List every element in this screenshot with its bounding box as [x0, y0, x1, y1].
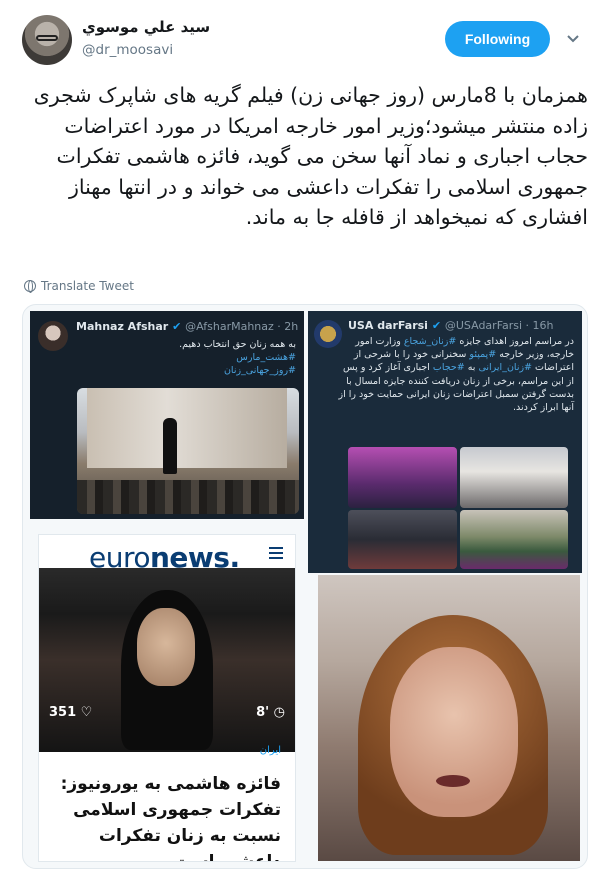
- translate-label: Translate Tweet: [41, 279, 134, 293]
- usa-hashtag-b[interactable]: #پمپئو: [469, 349, 496, 360]
- usa-photo-1: [348, 447, 457, 508]
- translate-tweet-link[interactable]: Translate Tweet: [24, 279, 134, 293]
- afshar-photo: [77, 388, 299, 514]
- usa-photo-4: [460, 510, 568, 569]
- article-headline[interactable]: فائزه هاشمی به یورونیوز: تفکرات جمهوری ا…: [56, 771, 281, 861]
- afshar-tweet-screenshot[interactable]: Mahnaz Afshar ✔ @AfsharMahnaz · 2h به هم…: [30, 311, 304, 519]
- video-time-value: 8': [256, 705, 270, 720]
- euronews-photo: [39, 568, 295, 752]
- afshar-handle-time: @AfsharMahnaz · 2h: [185, 320, 299, 333]
- usa-text-d: به: [464, 362, 479, 374]
- clock-icon: ◷: [273, 705, 285, 720]
- afshar-header: Mahnaz Afshar ✔ @AfsharMahnaz · 2h: [76, 320, 298, 333]
- following-button[interactable]: Following: [445, 21, 550, 57]
- euronews-screenshot[interactable]: euronews. 351 ♡ 8' ◷ ایران فائزه هاشمی ب…: [38, 534, 296, 862]
- afshar-tweet-text: به همه زنان حق انتخاب دهیم. #هشت_مارس #ر…: [76, 338, 296, 377]
- heart-icon: ♡: [80, 705, 93, 720]
- hamburger-menu-icon[interactable]: [269, 547, 283, 559]
- tweet-text: همزمان با 8مارس (روز جهانی زن) فیلم گریه…: [33, 83, 588, 229]
- photo-person: [163, 418, 177, 474]
- usa-handle-time: @USAdarFarsi · 16h: [444, 319, 554, 332]
- chevron-down-icon[interactable]: [566, 32, 580, 46]
- author-avatar[interactable]: [22, 15, 72, 65]
- like-count: 351 ♡: [49, 705, 92, 720]
- afshar-name: Mahnaz Afshar: [76, 320, 169, 333]
- usa-tweet-text: در مراسم امروز اهدای جایزه #زنان_شجاع وز…: [334, 335, 574, 414]
- afshar-line1: به همه زنان حق انتخاب دهیم.: [179, 339, 296, 350]
- usa-hashtag-a[interactable]: #زنان_شجاع: [404, 336, 456, 347]
- woman-video-still[interactable]: [318, 575, 580, 861]
- video-time: 8' ◷: [256, 705, 285, 720]
- afshar-hashtag-1[interactable]: #هشت_مارس: [76, 351, 296, 364]
- author-name[interactable]: سید علي موسوي: [82, 18, 210, 36]
- photo-building: [87, 388, 287, 468]
- photo-crowd: [77, 480, 299, 514]
- afshar-avatar: [38, 321, 68, 351]
- globe-icon: [24, 280, 36, 293]
- author-handle[interactable]: @dr_moosavi: [82, 42, 173, 58]
- verified-badge-icon: ✔: [431, 319, 442, 332]
- like-count-value: 351: [49, 705, 77, 720]
- usa-hashtag-c[interactable]: #زنان_ایرانی: [478, 362, 532, 373]
- afshar-hashtag-2[interactable]: #روز_جهانی_زنان: [76, 364, 296, 377]
- photo-face: [390, 647, 518, 817]
- article-category[interactable]: ایران: [260, 745, 281, 756]
- avatar-glasses: [36, 35, 58, 41]
- usa-hashtag-d[interactable]: #حجاب: [433, 362, 465, 373]
- usa-darfarsi-tweet-screenshot[interactable]: USA darFarsi ✔ @USAdarFarsi · 16h در مرا…: [308, 311, 582, 573]
- verified-badge-icon: ✔: [172, 320, 182, 333]
- usa-header: USA darFarsi ✔ @USAdarFarsi · 16h: [348, 319, 554, 332]
- usa-photo-2: [460, 447, 568, 508]
- usa-name: USA darFarsi: [348, 319, 428, 332]
- photo-mouth: [436, 775, 470, 787]
- photo-face: [137, 608, 195, 686]
- usa-text-a: در مراسم امروز اهدای جایزه: [456, 336, 574, 347]
- usa-photo-3: [348, 510, 457, 569]
